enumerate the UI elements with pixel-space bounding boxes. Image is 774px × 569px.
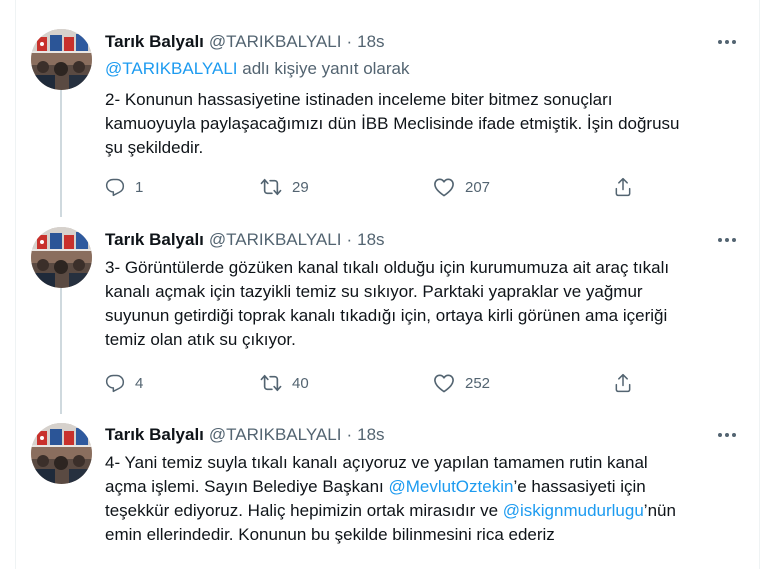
like-count: 207 — [465, 178, 491, 196]
author-name[interactable]: Tarık Balyalı — [105, 230, 204, 250]
more-horizontal-icon — [718, 433, 736, 437]
text-segment: açma işlemi. Sayın Belediye Başkanı — [105, 477, 389, 496]
tweet-text: 3- Görüntülerde gözüken kanal tıkalı old… — [105, 256, 745, 352]
tweet[interactable]: Tarık Balyalı @TARIKBALYALI · 18s @TARIK… — [15, 14, 760, 217]
reply-to-mention[interactable]: @TARIKBALYALI — [105, 59, 238, 78]
tweet[interactable]: Tarık Balyalı @TARIKBALYALI · 18s 3- Gör… — [15, 213, 760, 414]
retweet-button[interactable]: 40 — [260, 371, 309, 395]
timestamp[interactable]: 18s — [357, 32, 384, 52]
retweet-icon — [260, 374, 282, 392]
tweet-text-line: emin ellerindedir. Konunun bu şekilde bi… — [105, 525, 555, 544]
text-segment: ’nün — [643, 501, 676, 520]
tweet[interactable]: Tarık Balyalı @TARIKBALYALI · 18s 4- Yan… — [15, 410, 760, 569]
reply-button[interactable]: 4 — [105, 371, 143, 395]
more-button[interactable] — [716, 31, 738, 53]
retweet-icon — [260, 178, 282, 196]
thread-line — [60, 78, 62, 217]
share-icon — [615, 177, 631, 197]
tweet-actions: 4 40 252 — [105, 371, 645, 395]
author-handle[interactable]: @TARIKBALYALI — [209, 425, 342, 445]
tweet-text-line: şu şekildedir. — [105, 138, 204, 157]
tweet-text-line: 2- Konunun hassasiyetine istinaden incel… — [105, 90, 613, 109]
retweet-count: 40 — [292, 374, 309, 392]
like-count: 252 — [465, 374, 491, 392]
tweet-text-line: 3- Görüntülerde gözüken kanal tıkalı old… — [105, 258, 670, 277]
avatar[interactable] — [31, 423, 92, 484]
tweet-text-line: teşekkür ediyoruz. Haliç hepimizin ortak… — [105, 499, 745, 523]
thread-line — [60, 275, 62, 414]
tweet-header: Tarık Balyalı @TARIKBALYALI · 18s — [105, 229, 385, 251]
share-button[interactable] — [613, 175, 633, 199]
tweet-actions: 1 29 207 — [105, 175, 645, 199]
reply-icon — [105, 178, 125, 197]
reply-count: 1 — [135, 178, 144, 196]
tweet-text-line: temiz olan atık su çıkıyor. — [105, 330, 296, 349]
like-button[interactable]: 207 — [433, 175, 490, 199]
author-name[interactable]: Tarık Balyalı — [105, 425, 204, 445]
tweet-text: 4- Yani temiz suyla tıkalı kanalı açıyor… — [105, 451, 745, 547]
tweet-text-line: açma işlemi. Sayın Belediye Başkanı @Mev… — [105, 475, 745, 499]
avatar[interactable] — [31, 29, 92, 90]
tweet-text: 2- Konunun hassasiyetine istinaden incel… — [105, 88, 745, 160]
reply-button[interactable]: 1 — [105, 175, 143, 199]
tweet-header: Tarık Balyalı @TARIKBALYALI · 18s — [105, 31, 385, 53]
avatar[interactable] — [31, 227, 92, 288]
reply-count: 4 — [135, 374, 144, 392]
text-segment: ’e hassasiyeti için — [513, 477, 646, 496]
reply-icon — [105, 374, 125, 393]
text-segment: teşekkür ediyoruz. Haliç hepimizin ortak… — [105, 501, 503, 520]
more-horizontal-icon — [718, 40, 736, 44]
separator-dot: · — [346, 230, 353, 249]
tweet-text-line: kamuoyuyla paylaşacağımızı dün İBB Mecli… — [105, 114, 680, 133]
author-handle[interactable]: @TARIKBALYALI — [209, 32, 342, 52]
reply-to-suffix: adlı kişiye yanıt olarak — [237, 59, 410, 78]
tweet-text-line: kanalı açmak için tazyikli temiz su sıkı… — [105, 282, 643, 301]
more-button[interactable] — [716, 229, 738, 251]
mention-link[interactable]: @MevlutOztekin — [388, 477, 513, 496]
like-button[interactable]: 252 — [433, 371, 490, 395]
retweet-button[interactable]: 29 — [260, 175, 309, 199]
tweet-text-line: suyunun getirdiği toprak kanalı tıkadığı… — [105, 306, 668, 325]
retweet-count: 29 — [292, 178, 309, 196]
heart-icon — [434, 374, 454, 393]
more-button[interactable] — [716, 424, 738, 446]
tweet-header: Tarık Balyalı @TARIKBALYALI · 18s — [105, 424, 385, 446]
mention-link[interactable]: @iskignmudurlugu — [503, 501, 644, 520]
timestamp[interactable]: 18s — [357, 425, 384, 445]
share-button[interactable] — [613, 371, 633, 395]
more-horizontal-icon — [718, 238, 736, 242]
timestamp[interactable]: 18s — [357, 230, 384, 250]
author-name[interactable]: Tarık Balyalı — [105, 32, 204, 52]
heart-icon — [434, 178, 454, 197]
share-icon — [615, 373, 631, 393]
author-handle[interactable]: @TARIKBALYALI — [209, 230, 342, 250]
separator-dot: · — [346, 32, 353, 51]
separator-dot: · — [346, 425, 353, 444]
reply-context: @TARIKBALYALI adlı kişiye yanıt olarak — [105, 59, 410, 79]
tweet-text-line: 4- Yani temiz suyla tıkalı kanalı açıyor… — [105, 453, 648, 472]
